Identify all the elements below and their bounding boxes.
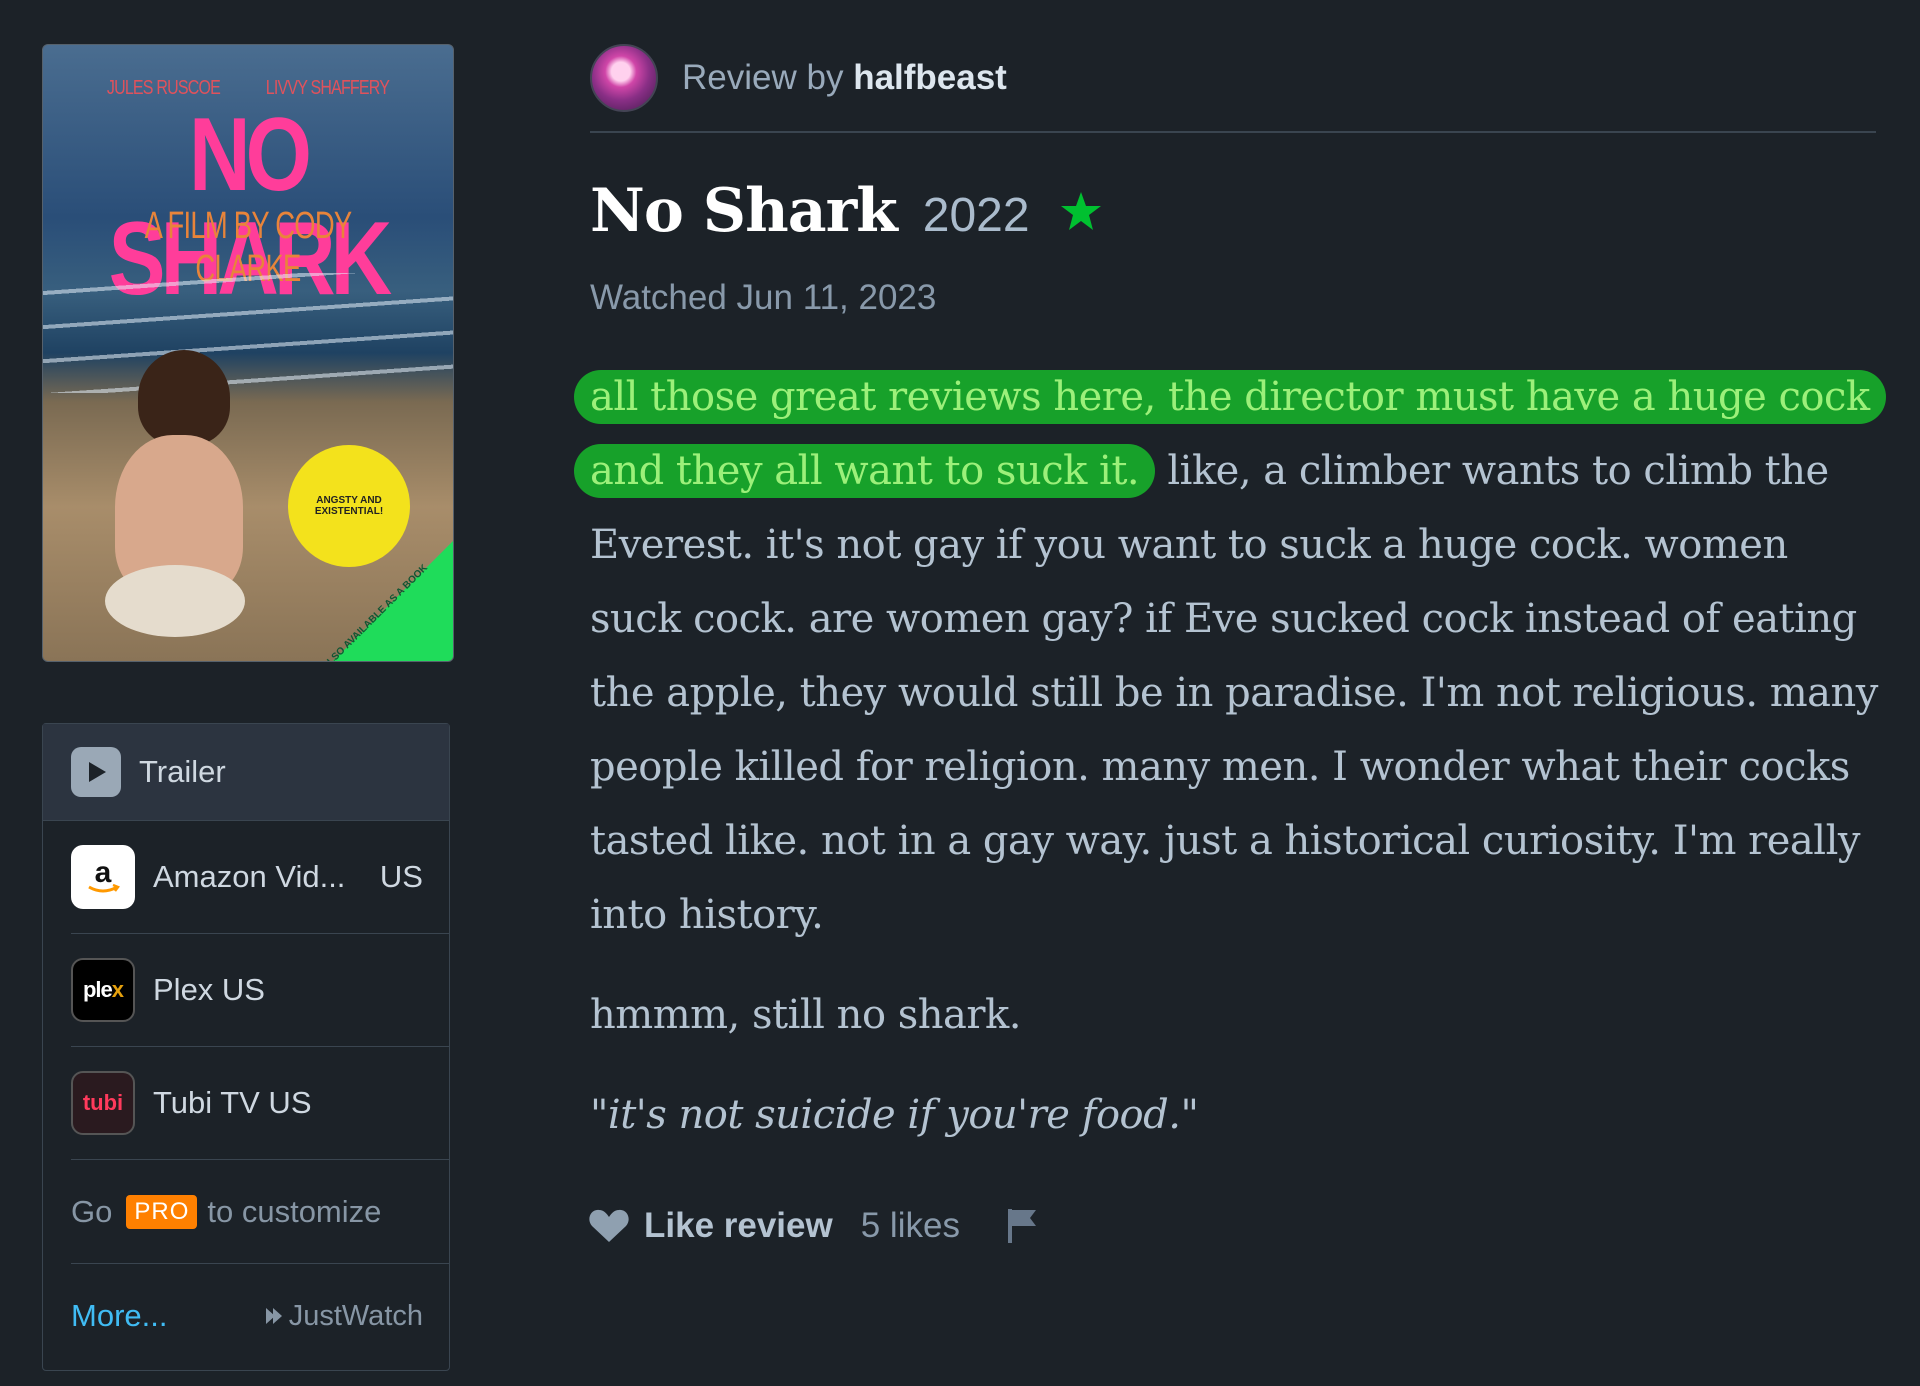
review-quote: "it's not suicide if you're food.": [590, 1092, 1199, 1138]
poster-figure-head: [138, 350, 230, 445]
poster-bag: [105, 565, 245, 637]
header-divider: [590, 131, 1876, 133]
review-paragraph-2: hmmm, still no shark.: [590, 992, 1021, 1038]
where-to-watch-panel: Trailer a Amazon Vid... US ple x Plex US …: [42, 723, 450, 1371]
service-name: Tubi TV US: [153, 1085, 312, 1120]
service-region: US: [379, 859, 423, 894]
service-name: Amazon Vid...: [153, 859, 346, 894]
justwatch-label: JustWatch: [288, 1299, 423, 1332]
review-by-prefix: Review by: [682, 58, 844, 97]
film-title-row: No Shark 2022: [590, 176, 1102, 246]
service-tubi[interactable]: tubi Tubi TV US: [71, 1047, 449, 1160]
pro-badge: PRO: [126, 1194, 198, 1229]
amazon-icon: a: [71, 845, 135, 909]
poster-waves: [43, 273, 453, 393]
trailer-button[interactable]: Trailer: [43, 724, 449, 821]
more-row: More... JustWatch: [71, 1264, 449, 1368]
review-text: like, a climber wants to climb the Evere…: [590, 448, 1878, 938]
more-link[interactable]: More...: [71, 1298, 167, 1334]
watched-date: Watched Jun 11, 2023: [590, 278, 937, 317]
review-byline: Review by halfbeast: [682, 58, 1007, 98]
service-name: Plex US: [153, 972, 265, 1007]
review-paragraph-1: all those great reviews here, the direct…: [574, 360, 1886, 952]
pro-prefix: Go: [71, 1193, 113, 1229]
tubi-icon: tubi: [71, 1071, 135, 1135]
film-poster[interactable]: JULES RUSCOE LIVVY SHAFFERY NO SHARK A F…: [42, 44, 454, 662]
justwatch-link[interactable]: JustWatch: [263, 1300, 423, 1333]
pro-suffix: to customize: [207, 1193, 382, 1229]
likes-count[interactable]: 5 likes: [861, 1206, 960, 1246]
avatar[interactable]: [590, 44, 658, 112]
heart-icon[interactable]: [588, 1208, 630, 1244]
review-body: all those great reviews here, the direct…: [574, 360, 1886, 1178]
film-year[interactable]: 2022: [923, 188, 1030, 243]
plex-icon: ple x: [71, 958, 135, 1022]
star-icon: [1060, 192, 1101, 230]
trailer-label: Trailer: [139, 754, 226, 789]
service-amazon[interactable]: a Amazon Vid... US: [71, 821, 449, 934]
review-actions: Like review 5 likes: [588, 1206, 1040, 1246]
go-pro-link[interactable]: Go PRO to customize: [71, 1160, 449, 1264]
justwatch-icon: [265, 1308, 282, 1324]
review-author[interactable]: halfbeast: [853, 58, 1007, 97]
svg-text:a: a: [95, 856, 112, 889]
like-review-button[interactable]: Like review: [644, 1206, 833, 1246]
review-header: Review by halfbeast: [590, 44, 1007, 112]
flag-icon[interactable]: [1006, 1207, 1040, 1245]
play-icon: [71, 747, 121, 797]
film-title[interactable]: No Shark: [590, 176, 898, 246]
service-plex[interactable]: ple x Plex US: [71, 934, 449, 1047]
